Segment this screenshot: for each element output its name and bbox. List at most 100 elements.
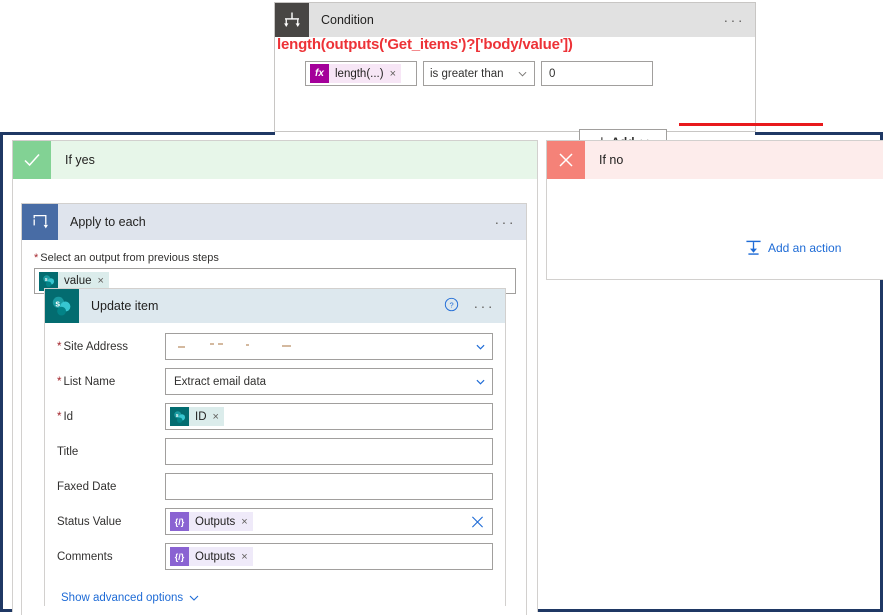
field-row-list-name: * List Name Extract email data xyxy=(57,368,493,395)
faxed-date-input[interactable] xyxy=(165,473,493,500)
apply-to-each-body: *Select an output from previous steps s xyxy=(22,240,526,606)
update-item-header: s Update item ? ··· xyxy=(45,289,505,323)
required-star: * xyxy=(57,410,62,423)
sharepoint-icon: s xyxy=(45,289,79,323)
outputs-token-chip[interactable]: {/} Outputs × xyxy=(170,547,253,566)
branch-if-yes-header: If yes xyxy=(13,141,537,179)
field-row-title: Title xyxy=(57,438,493,465)
svg-text:?: ? xyxy=(450,301,454,310)
id-token-remove-icon[interactable]: × xyxy=(212,407,224,426)
help-icon[interactable]: ? xyxy=(444,297,459,315)
title-input[interactable] xyxy=(165,438,493,465)
id-token-label: ID xyxy=(189,407,213,426)
required-star: * xyxy=(34,252,39,264)
field-label-title: Title xyxy=(57,445,79,458)
update-item-card[interactable]: s Update item ? ··· * Site Address * Lis… xyxy=(44,288,506,606)
update-item-more-button[interactable]: ··· xyxy=(474,299,496,313)
field-label-site-address-text: Site Address xyxy=(63,340,129,353)
outputs-token-label: Outputs xyxy=(189,512,242,531)
status-value-input[interactable]: {/} Outputs × xyxy=(165,508,493,535)
id-input[interactable]: s ID × xyxy=(165,403,493,430)
branch-if-no-header: If no xyxy=(547,141,883,179)
svg-text:s: s xyxy=(55,299,60,309)
condition-card[interactable]: Condition ··· length(outputs('Get_items'… xyxy=(274,2,823,154)
frame-border-left xyxy=(0,132,3,612)
field-row-site-address: * Site Address xyxy=(57,333,493,360)
field-label-status-value: Status Value xyxy=(57,515,122,528)
update-item-body: * Site Address * List Name Extract email… xyxy=(45,323,505,604)
apply-to-each-title: Apply to each xyxy=(70,215,146,229)
outputs-token-label: Outputs xyxy=(189,547,242,566)
site-address-redacted-value xyxy=(174,340,484,354)
comments-input[interactable]: {/} Outputs × xyxy=(165,543,493,570)
select-output-caption: * Select an output from previous steps xyxy=(34,252,514,264)
apply-to-each-header: Apply to each ··· xyxy=(22,204,526,240)
field-label-site-address: * Site Address xyxy=(57,341,165,353)
condition-operator-select[interactable]: is greater than xyxy=(423,61,535,86)
condition-title: Condition xyxy=(321,13,374,27)
expression-braces-icon: {/} xyxy=(170,512,189,531)
field-row-id: * Id s ID × xyxy=(57,403,493,430)
field-label-list-name-text: List Name xyxy=(63,375,116,388)
frame-border-top-left xyxy=(0,132,275,135)
outputs-token-remove-icon[interactable]: × xyxy=(241,512,253,531)
list-name-value: Extract email data xyxy=(174,375,267,388)
svg-text:s: s xyxy=(44,277,47,283)
condition-row: fx length(...) × is greater than 0 xyxy=(305,61,653,86)
field-label-id-text: Id xyxy=(63,410,74,423)
fx-token-chip[interactable]: fx length(...) × xyxy=(310,64,402,83)
field-row-status-value: Status Value {/} Outputs × xyxy=(57,508,493,535)
condition-value-text: 0 xyxy=(549,67,556,80)
branch-if-yes-label: If yes xyxy=(65,153,95,167)
field-label-list-name: * List Name xyxy=(57,376,165,388)
select-output-caption-text: Select an output from previous steps xyxy=(40,252,219,264)
id-token-chip[interactable]: s ID × xyxy=(170,407,224,426)
branch-if-no-label: If no xyxy=(599,153,624,167)
required-star: * xyxy=(57,375,62,388)
show-advanced-options-link[interactable]: Show advanced options xyxy=(61,592,199,604)
field-row-comments: Comments {/} Outputs × xyxy=(57,543,493,570)
fx-token-label: length(...) xyxy=(329,64,390,83)
outputs-token-chip[interactable]: {/} Outputs × xyxy=(170,512,253,531)
required-star: * xyxy=(57,340,62,353)
chevron-down-icon xyxy=(476,379,485,385)
chevron-down-icon xyxy=(476,344,485,350)
fx-token-remove-icon[interactable]: × xyxy=(389,64,402,83)
outputs-token-remove-icon[interactable]: × xyxy=(241,547,253,566)
apply-to-each-more-button[interactable]: ··· xyxy=(495,215,517,229)
field-label-faxed-date: Faxed Date xyxy=(57,480,117,493)
loop-icon xyxy=(22,204,58,240)
expression-annotation: length(outputs('Get_items')?['body/value… xyxy=(277,36,573,53)
add-an-action-button[interactable]: Add an action xyxy=(745,239,841,256)
chevron-down-icon xyxy=(189,595,199,601)
condition-header: Condition ··· xyxy=(275,3,755,37)
branch-if-no: If no Add an action xyxy=(546,140,883,280)
clear-field-icon[interactable] xyxy=(471,515,484,528)
close-x-icon xyxy=(547,141,585,179)
flow-designer-canvas: Condition ··· length(outputs('Get_items'… xyxy=(0,0,883,615)
field-label-id: * Id xyxy=(57,411,165,423)
frame-border-top-right xyxy=(755,132,883,135)
condition-left-operand-field[interactable]: fx length(...) × xyxy=(305,61,417,86)
red-underline-annotation xyxy=(679,123,823,126)
list-name-dropdown[interactable]: Extract email data xyxy=(165,368,493,395)
sharepoint-icon: s xyxy=(170,407,189,426)
add-an-action-label: Add an action xyxy=(768,240,842,255)
apply-to-each-card[interactable]: Apply to each ··· * Select an output from… xyxy=(21,203,527,615)
field-label-comments: Comments xyxy=(57,550,113,563)
add-an-action-icon xyxy=(746,240,761,255)
branch-if-yes: If yes Apply to each ··· * Select an outp… xyxy=(12,140,538,615)
condition-more-button[interactable]: ··· xyxy=(724,13,746,27)
condition-operator-value: is greater than xyxy=(430,67,504,80)
fx-icon: fx xyxy=(310,64,329,83)
field-row-faxed-date: Faxed Date xyxy=(57,473,493,500)
svg-text:s: s xyxy=(175,413,178,419)
update-item-title: Update item xyxy=(91,299,159,313)
condition-branch-icon xyxy=(275,3,309,37)
site-address-dropdown[interactable] xyxy=(165,333,493,360)
show-advanced-options-label: Show advanced options xyxy=(61,592,184,604)
condition-value-input[interactable]: 0 xyxy=(541,61,653,86)
chevron-down-icon xyxy=(518,71,527,77)
expression-braces-icon: {/} xyxy=(170,547,189,566)
checkmark-icon xyxy=(13,141,51,179)
